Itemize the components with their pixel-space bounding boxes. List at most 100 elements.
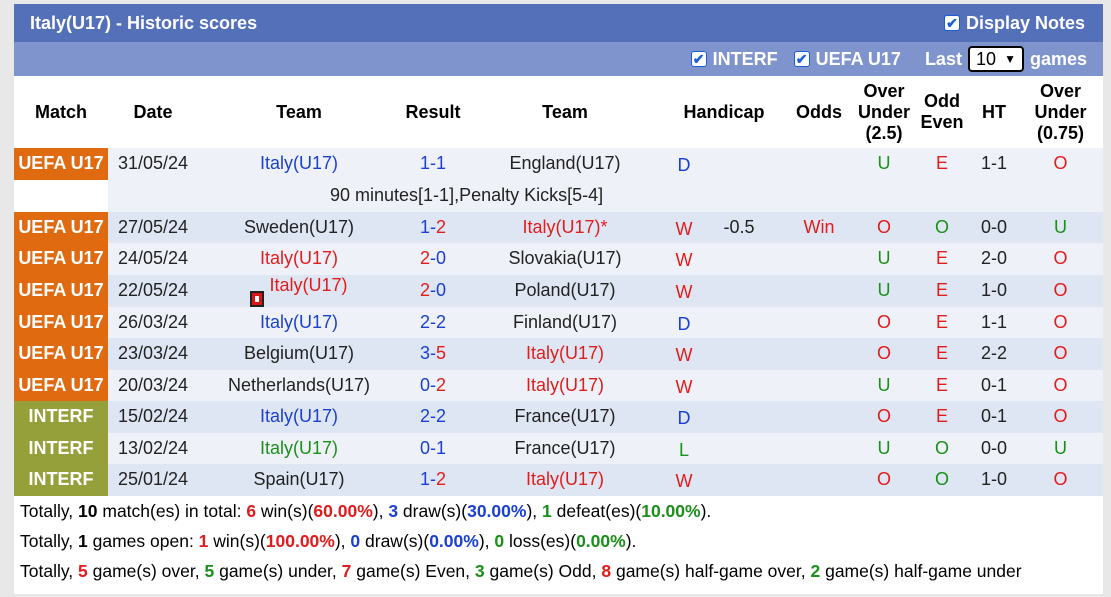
competition-cell[interactable]: INTERF: [14, 464, 108, 496]
competition-cell[interactable]: UEFA U17: [14, 148, 108, 180]
competition-cell[interactable]: UEFA U17: [14, 369, 108, 401]
away-team-link[interactable]: Italy(U17): [526, 343, 604, 363]
home-team-cell[interactable]: Italy(U17): [198, 148, 400, 180]
home-team-link[interactable]: Italy(U17): [260, 406, 338, 426]
competition-cell[interactable]: UEFA U17: [14, 243, 108, 275]
away-team-link[interactable]: Italy(U17): [526, 375, 604, 395]
over-under-075-cell: U: [1018, 432, 1103, 464]
summary-value: 0: [494, 530, 505, 551]
away-team-cell[interactable]: Italy(U17): [466, 338, 664, 370]
summary-text: game(s) half-game over,: [611, 560, 811, 581]
away-team-link[interactable]: Poland(U17): [514, 280, 615, 300]
away-team-link[interactable]: Italy(U17): [526, 469, 604, 489]
table-row[interactable]: UEFA U17 23/03/24 Belgium(U17) 3-5 Italy(U17…: [14, 338, 1103, 370]
odd-even-cell: E: [914, 274, 970, 307]
table-row[interactable]: INTERF 25/01/24 Spain(U17) 1-2 Italy(U17) W O O…: [14, 464, 1103, 496]
win-loss-mark: W: [675, 281, 693, 302]
summary-value: 3: [388, 500, 399, 521]
competition-cell[interactable]: UEFA U17: [14, 211, 108, 243]
table-row[interactable]: UEFA U17 24/05/24 Italy(U17) 2-0 Slovakia(U1…: [14, 243, 1103, 275]
away-team-cell[interactable]: France(U17): [466, 432, 664, 464]
away-team-link[interactable]: Italy(U17)*: [522, 217, 607, 237]
away-team-link[interactable]: France(U17): [514, 438, 615, 458]
result-cell[interactable]: 3-5: [400, 338, 466, 370]
away-team-link[interactable]: England(U17): [509, 153, 620, 173]
away-team-cell[interactable]: Italy(U17): [466, 464, 664, 496]
display-notes-checkbox[interactable]: [943, 15, 960, 31]
table-row[interactable]: UEFA U1722/05/241Italy(U17)2-0Poland(U17…: [14, 274, 1103, 307]
result-cell[interactable]: 1-1: [400, 148, 466, 180]
handicap-value: [709, 406, 739, 426]
away-team-cell[interactable]: England(U17): [466, 148, 664, 180]
away-team-link[interactable]: France(U17): [514, 406, 615, 426]
home-team-cell[interactable]: Italy(U17): [198, 432, 400, 464]
competition-cell[interactable]: UEFA U17: [14, 274, 108, 307]
wl-handicap-cell: W: [664, 464, 784, 496]
last-games-select[interactable]: 10 ▼: [967, 46, 1024, 72]
result-cell[interactable]: 0-1: [400, 432, 466, 464]
result-cell[interactable]: 2-2: [400, 306, 466, 338]
home-team-link[interactable]: Italy(U17): [260, 438, 338, 458]
home-team-link[interactable]: Netherlands(U17): [228, 375, 370, 395]
home-team-link[interactable]: Belgium(U17): [244, 343, 354, 363]
away-team-link[interactable]: Finland(U17): [513, 312, 617, 332]
home-team-link[interactable]: Italy(U17): [260, 312, 338, 332]
summary-text: Totally,: [20, 560, 79, 581]
result-cell[interactable]: 2-0: [400, 243, 466, 275]
wl-handicap-cell: W: [664, 243, 784, 275]
result-cell[interactable]: 1-2: [400, 211, 466, 243]
table-row[interactable]: UEFA U17 27/05/24 Sweden(U17) 1-2 Italy(U17)…: [14, 211, 1103, 243]
handicap-value: [709, 280, 739, 300]
away-team-link[interactable]: Slovakia(U17): [508, 248, 621, 268]
result-cell[interactable]: 1-2: [400, 464, 466, 496]
home-team-cell[interactable]: Italy(U17): [198, 306, 400, 338]
competition-cell[interactable]: INTERF: [14, 432, 108, 464]
home-team-cell[interactable]: Spain(U17): [198, 464, 400, 496]
summary-text: ).: [625, 530, 637, 551]
home-score: 2: [419, 311, 430, 332]
competition-cell[interactable]: UEFA U17: [14, 338, 108, 370]
competition-cell[interactable]: UEFA U17: [14, 306, 108, 338]
odds-cell: [784, 243, 854, 275]
home-team-cell[interactable]: Sweden(U17): [198, 211, 400, 243]
wl-handicap-cell: W: [664, 338, 784, 370]
home-score: 1: [419, 469, 430, 490]
away-team-cell[interactable]: Italy(U17): [466, 369, 664, 401]
home-team-cell[interactable]: Italy(U17): [198, 243, 400, 275]
summary-text: win(s)(: [256, 500, 314, 521]
result-cell[interactable]: 2-0: [400, 274, 466, 307]
header-match: Match: [34, 101, 87, 122]
over-under-cell: O: [854, 464, 914, 496]
home-team-cell[interactable]: Netherlands(U17): [198, 369, 400, 401]
home-team-link[interactable]: Italy(U17): [269, 275, 347, 295]
table-row[interactable]: UEFA U17 20/03/24 Netherlands(U17) 0-2 Italy…: [14, 369, 1103, 401]
ht-cell: 0-0: [970, 211, 1018, 243]
win-loss-mark: D: [677, 408, 691, 428]
away-team-cell[interactable]: Italy(U17)*: [466, 211, 664, 243]
result-cell[interactable]: 2-2: [400, 401, 466, 433]
away-team-cell[interactable]: Finland(U17): [466, 306, 664, 338]
away-team-cell[interactable]: France(U17): [466, 401, 664, 433]
summary-text: draw(s)(: [398, 500, 468, 521]
uefa-u17-checkbox[interactable]: [793, 51, 810, 67]
home-team-link[interactable]: Italy(U17): [260, 248, 338, 268]
table-row[interactable]: UEFA U17 31/05/24 Italy(U17) 1-1 England(U17…: [14, 148, 1103, 180]
home-team-cell[interactable]: Italy(U17): [198, 401, 400, 433]
away-team-cell[interactable]: Poland(U17): [466, 274, 664, 307]
table-row[interactable]: INTERF 13/02/24 Italy(U17) 0-1 France(U17) L U…: [14, 432, 1103, 464]
result-cell[interactable]: 0-2: [400, 369, 466, 401]
home-team-link[interactable]: Sweden(U17): [244, 217, 354, 237]
interf-checkbox[interactable]: [690, 51, 707, 67]
competition-cell[interactable]: INTERF: [14, 401, 108, 433]
summary-text: ),: [526, 500, 543, 521]
date-cell: 25/01/24: [108, 464, 198, 496]
home-team-cell[interactable]: Belgium(U17): [198, 338, 400, 370]
home-team-link[interactable]: Spain(U17): [253, 469, 344, 489]
table-row[interactable]: INTERF 15/02/24 Italy(U17) 2-2 France(U17) D O…: [14, 401, 1103, 433]
away-team-cell[interactable]: Slovakia(U17): [466, 243, 664, 275]
date-cell: 23/03/24: [108, 338, 198, 370]
home-team-cell[interactable]: 1Italy(U17): [198, 274, 400, 307]
home-team-link[interactable]: Italy(U17): [260, 153, 338, 173]
display-notes-toggle[interactable]: Display Notes: [943, 13, 1085, 34]
table-row[interactable]: UEFA U17 26/03/24 Italy(U17) 2-2 Finland(U17…: [14, 306, 1103, 338]
